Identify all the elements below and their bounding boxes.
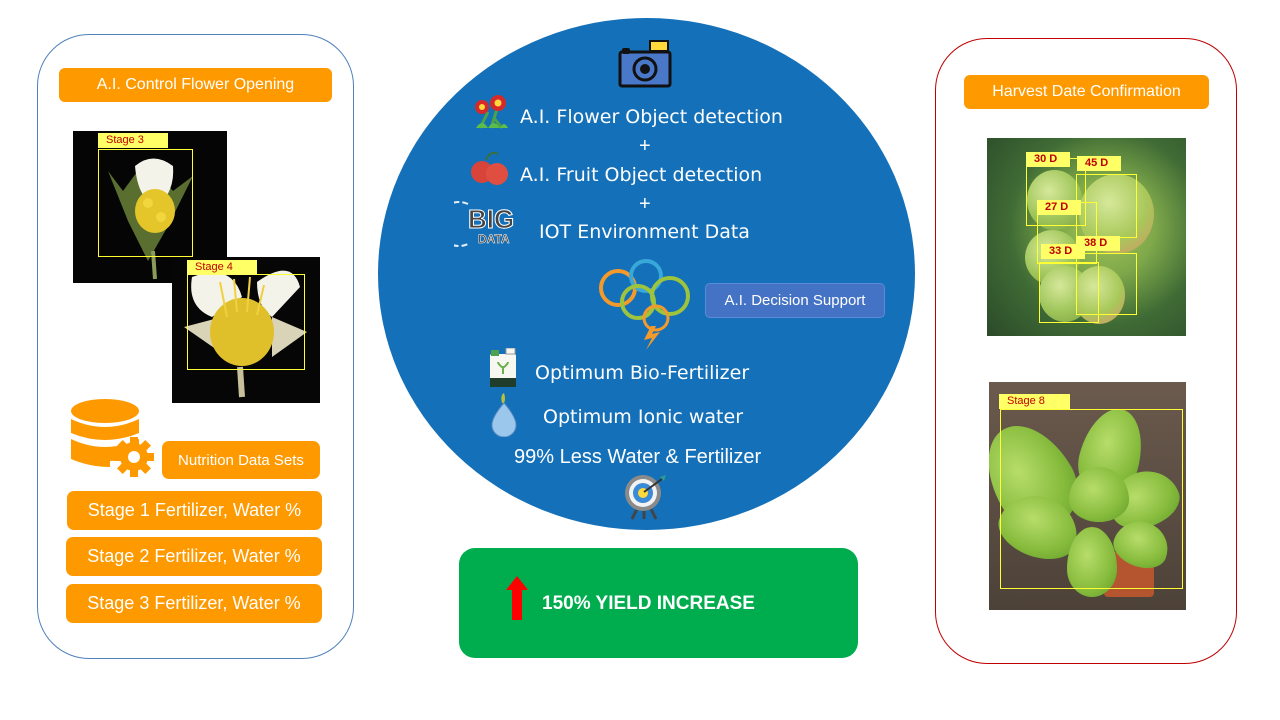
- lychee-fruit-image: 30 D 45 D 27 D 38 D 33 D: [987, 138, 1186, 336]
- flower-opening-title: A.I. Control Flower Opening: [59, 68, 332, 102]
- fruit-icon: [471, 151, 508, 185]
- detection-label: 33 D: [1041, 244, 1085, 259]
- detection-label: 30 D: [1026, 152, 1070, 167]
- big-data-icon-subtext: DATA: [478, 232, 510, 247]
- savings-text: 99% Less Water & Fertilizer: [514, 446, 762, 468]
- bok-choy-plant-image: Stage 8: [989, 382, 1186, 610]
- harvest-date-panel: Harvest Date Confirmation 30 D 45 D 27 D…: [935, 38, 1237, 664]
- detection-label: Stage 4: [187, 260, 257, 275]
- stage-2-fertilizer-button[interactable]: Stage 2 Fertilizer, Water %: [66, 537, 322, 576]
- detection-label: 27 D: [1037, 200, 1081, 215]
- fruit-detection-text: A.I. Fruit Object detection: [520, 164, 763, 186]
- fertilizer-bottle-icon: [490, 348, 516, 387]
- ionic-water-text: Optimum Ionic water: [543, 406, 744, 428]
- detection-label: Stage 3: [98, 133, 168, 148]
- target-icon: [625, 475, 666, 520]
- yield-increase-text: 150% YIELD INCREASE: [542, 593, 755, 614]
- big-data-icon: BIG DATA: [454, 198, 520, 250]
- water-drop-icon: [491, 393, 517, 437]
- nutrition-data-sets-button[interactable]: Nutrition Data Sets: [162, 441, 320, 479]
- iot-data-text: IOT Environment Data: [539, 221, 750, 243]
- ai-system-circle: A.I. Flower Object detection + A.I. Frui…: [378, 18, 915, 530]
- flower-opening-panel: A.I. Control Flower Opening Stage 3 Stag…: [37, 34, 354, 659]
- flower-stage-4-image: Stage 4: [172, 257, 320, 403]
- detection-box: [1039, 262, 1099, 323]
- detection-label: Stage 8: [999, 394, 1070, 409]
- harvest-date-title: Harvest Date Confirmation: [964, 75, 1209, 109]
- decision-support-button[interactable]: A.I. Decision Support: [705, 283, 885, 318]
- flower-icon: [475, 95, 508, 129]
- detection-label: 45 D: [1077, 156, 1121, 171]
- plus-sign: +: [639, 193, 651, 215]
- bio-fertilizer-text: Optimum Bio-Fertilizer: [535, 362, 750, 384]
- stage-3-fertilizer-button[interactable]: Stage 3 Fertilizer, Water %: [66, 584, 322, 623]
- flower-detection-text: A.I. Flower Object detection: [520, 106, 783, 128]
- detection-box: [187, 274, 305, 370]
- plus-sign: +: [639, 135, 651, 157]
- yield-increase-banner: 150% YIELD INCREASE: [459, 548, 858, 658]
- detection-box: [1000, 409, 1183, 589]
- up-arrow-icon: [506, 576, 528, 620]
- camera-icon: [618, 40, 672, 88]
- database-gear-icon: [70, 397, 160, 479]
- stage-1-fertilizer-button[interactable]: Stage 1 Fertilizer, Water %: [67, 491, 322, 530]
- brain-icon: [599, 259, 690, 350]
- big-data-icon-text: BIG: [467, 204, 515, 235]
- detection-box: [98, 149, 193, 257]
